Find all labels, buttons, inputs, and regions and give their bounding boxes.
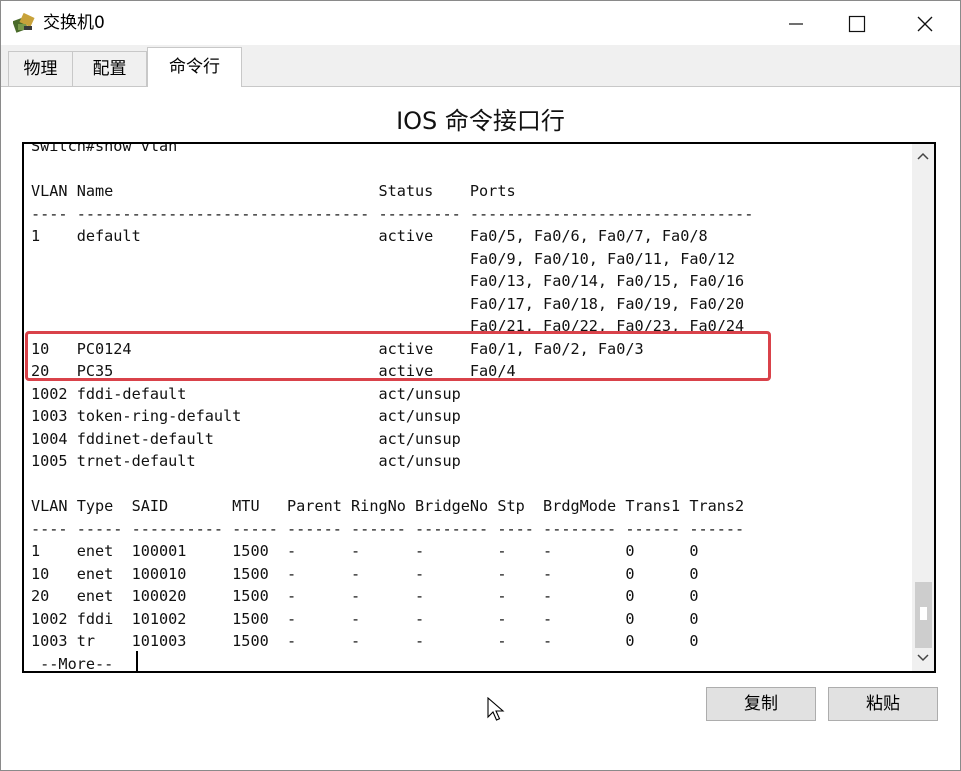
scroll-down-icon[interactable]	[917, 654, 929, 662]
close-button[interactable]	[894, 1, 954, 45]
terminal-line: VLAN Name Status Ports	[31, 182, 516, 200]
copy-button[interactable]: 复制	[706, 687, 816, 721]
panel-title: IOS 命令接口行	[396, 107, 565, 135]
text-cursor	[136, 651, 138, 671]
tab-bar: 物理 配置 命令行	[1, 45, 960, 87]
terminal-line: 1 default active Fa0/5, Fa0/6, Fa0/7, Fa…	[31, 227, 708, 245]
tab-config[interactable]: 配置	[72, 51, 147, 86]
terminal-line: Fa0/17, Fa0/18, Fa0/19, Fa0/20	[31, 294, 745, 313]
terminal-line: ---- ----- ---------- ----- ------ -----…	[31, 519, 745, 538]
terminal-line: 1004 fddinet-default act/unsup	[31, 429, 461, 448]
title-bar: 交换机0	[1, 1, 960, 45]
terminal-line: 10 PC0124 active Fa0/1, Fa0/2, Fa0/3	[31, 339, 644, 358]
terminal-line: Fa0/21, Fa0/22, Fa0/23, Fa0/24	[31, 317, 745, 335]
tab-physical[interactable]: 物理	[8, 51, 72, 86]
close-icon	[917, 16, 933, 32]
terminal-line: Switch#show vlan	[31, 142, 178, 155]
cli-panel: IOS 命令接口行 Switch#show vlan VLAN Name Stat…	[1, 87, 960, 770]
terminal-line: 1005 trnet-default act/unsup	[31, 452, 461, 470]
terminal-line: 1003 tr 101003 1500 - - - - - 0 0	[31, 632, 699, 650]
terminal-line: 10 enet 100010 1500 - - - - - 0 0	[31, 564, 699, 583]
minimize-icon	[789, 23, 803, 25]
minimize-button[interactable]	[766, 1, 826, 45]
terminal-line: 1003 token-ring-default act/unsup	[31, 407, 461, 425]
tab-cli[interactable]: 命令行	[147, 47, 242, 87]
terminal-line: 20 PC35 active Fa0/4	[31, 362, 516, 380]
scrollbar-thumb[interactable]	[915, 582, 932, 648]
terminal-line: 1002 fddi 101002 1500 - - - - - 0 0	[31, 609, 699, 628]
terminal-line: 1 enet 100001 1500 - - - - - 0 0	[31, 542, 699, 560]
paste-button[interactable]: 粘贴	[828, 687, 938, 721]
maximize-button[interactable]	[826, 1, 886, 45]
maximize-icon	[848, 15, 866, 33]
terminal-scrollbar[interactable]	[912, 144, 934, 671]
terminal-text: Switch#show vlan VLAN Name Status Ports --…	[31, 142, 754, 673]
terminal-line: --More--	[31, 654, 123, 673]
terminal-line: VLAN Type SAID MTU Parent RingNo BridgeN…	[31, 497, 745, 515]
terminal-line: 20 enet 100020 1500 - - - - - 0 0	[31, 587, 699, 605]
terminal-line: ---- -------------------------------- --…	[31, 204, 754, 223]
scroll-up-icon[interactable]	[917, 152, 929, 160]
terminal-line: Fa0/9, Fa0/10, Fa0/11, Fa0/12	[31, 249, 736, 268]
terminal-line: 1002 fddi-default act/unsup	[31, 384, 461, 403]
mouse-pointer-icon	[487, 697, 505, 721]
switch-app-icon	[12, 12, 37, 34]
scrollbar-thumb-grip	[920, 607, 927, 620]
terminal-line: Fa0/13, Fa0/14, Fa0/15, Fa0/16	[31, 272, 745, 290]
switch-cli-window: 交换机0 物理 配置 命令行 IOS 命令接口行 Switch#show vla…	[0, 0, 961, 771]
window-title: 交换机0	[43, 13, 105, 33]
terminal-output[interactable]: Switch#show vlan VLAN Name Status Ports --…	[22, 142, 936, 673]
